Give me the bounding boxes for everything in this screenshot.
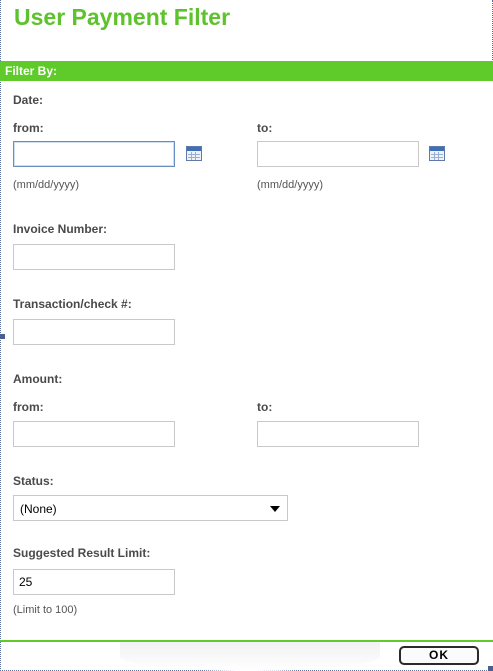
date-label: Date: [13,93,44,107]
calendar-icon[interactable] [429,146,445,161]
status-select[interactable]: (None) [13,495,288,521]
calendar-icon[interactable] [186,146,202,161]
chevron-down-icon[interactable] [270,506,280,512]
status-label: Status: [13,474,54,488]
result-limit-input[interactable] [13,569,175,595]
amount-to-label: to: [257,400,273,414]
status-selected-value: (None) [20,502,57,516]
amount-to-input[interactable] [257,421,419,447]
transaction-check-input[interactable] [13,319,175,345]
date-from-format-hint: (mm/dd/yyyy) [13,179,79,191]
page-title: User Payment Filter [14,4,231,30]
resize-handle-left[interactable] [0,334,5,339]
ok-button[interactable]: OK [399,646,479,665]
filter-by-label: Filter By: [5,64,58,78]
amount-from-label: from: [13,400,44,414]
result-limit-label: Suggested Result Limit: [13,546,151,560]
invoice-number-label: Invoice Number: [13,222,108,236]
date-from-label: from: [13,121,44,135]
filter-by-bar: Filter By: [0,61,493,81]
date-to-input[interactable] [257,141,419,167]
invoice-number-input[interactable] [13,244,175,270]
date-to-format-hint: (mm/dd/yyyy) [257,179,323,191]
footer-decoration [120,642,380,671]
date-from-input[interactable] [13,141,175,167]
result-limit-hint: (Limit to 100) [13,604,78,616]
amount-from-input[interactable] [13,421,175,447]
transaction-check-label: Transaction/check #: [13,297,132,311]
date-to-label: to: [257,121,273,135]
amount-label: Amount: [13,372,63,386]
resize-handle-corner[interactable] [488,666,493,671]
